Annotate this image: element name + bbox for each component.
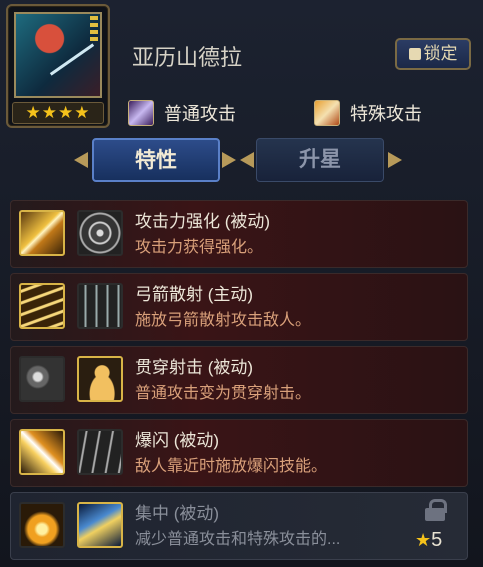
arrows-icon <box>19 283 65 329</box>
skill-row[interactable]: 弓箭散射 (主动) 施放弓箭散射攻击敌人。 <box>10 273 468 341</box>
skill-list: 攻击力强化 (被动) 攻击力获得强化。 弓箭散射 (主动) 施放弓箭散射攻击敌人… <box>10 200 468 565</box>
padlock-icon <box>425 499 447 521</box>
tab-ornament-icon <box>74 152 88 168</box>
lock-icon <box>408 48 421 60</box>
person-icon <box>77 356 123 402</box>
skill-desc: 攻击力获得强化。 <box>135 239 264 256</box>
star-icon: ★ <box>415 530 432 550</box>
skill-row[interactable]: 攻击力强化 (被动) 攻击力获得强化。 <box>10 200 468 268</box>
normal-attack-label: 普通攻击 <box>164 104 236 124</box>
slash-icon <box>314 100 340 126</box>
lock-button[interactable]: 锁定 <box>395 38 471 70</box>
eye-icon <box>77 502 123 548</box>
special-attack-label: 特殊攻击 <box>350 104 422 124</box>
hero-name: 亚历山德拉 <box>132 45 243 70</box>
tab-star-up[interactable]: 升星 <box>256 138 384 182</box>
skill-desc: 减少普通攻击和特殊攻击的... <box>135 531 341 548</box>
arrow-rain-icon <box>77 283 123 329</box>
lock-label: 锁定 <box>423 44 458 63</box>
skill-title: 攻击力强化 (被动) <box>135 212 271 231</box>
flash-icon <box>19 429 65 475</box>
normal-attack[interactable]: 普通攻击 <box>128 98 236 128</box>
hero-avatar <box>14 12 102 98</box>
skill-row-locked[interactable]: 集中 (被动) 减少普通攻击和特殊攻击的... ★5 <box>10 492 468 560</box>
required-stars: ★5 <box>415 529 442 552</box>
skill-row[interactable]: 贯穿射击 (被动) 普通攻击变为贯穿射击。 <box>10 346 468 414</box>
skill-desc: 敌人靠近时施放爆闪技能。 <box>135 458 328 475</box>
target-icon <box>77 210 123 256</box>
skill-panel: ★★★★ 亚历山德拉 锁定 普通攻击 特殊攻击 特性 升星 攻击力强化 (被动)… <box>0 0 483 567</box>
feather-icon <box>128 100 154 126</box>
required-stars-value: 5 <box>431 529 443 551</box>
skill-row[interactable]: 爆闪 (被动) 敌人靠近时施放爆闪技能。 <box>10 419 468 487</box>
tab-bar: 特性 升星 <box>0 138 483 186</box>
tab-ornament-icon <box>388 152 402 168</box>
explode-icon <box>19 502 65 548</box>
tab-ornament-icon <box>222 152 236 168</box>
tab-ornament-icon <box>240 152 254 168</box>
skill-title: 集中 (被动) <box>135 504 220 523</box>
swords-icon <box>19 210 65 256</box>
hero-star-rating: ★★★★ <box>12 102 104 124</box>
claws-icon <box>77 429 123 475</box>
skill-title: 弓箭散射 (主动) <box>135 285 254 304</box>
skill-title: 爆闪 (被动) <box>135 431 220 450</box>
hero-portrait[interactable]: ★★★★ <box>6 4 110 128</box>
skill-desc: 普通攻击变为贯穿射击。 <box>135 385 312 402</box>
skill-desc: 施放弓箭散射攻击敌人。 <box>135 312 312 329</box>
burst-icon <box>19 356 65 402</box>
skill-title: 贯穿射击 (被动) <box>135 358 254 377</box>
special-attack[interactable]: 特殊攻击 <box>314 98 422 128</box>
level-bar-icon <box>90 16 98 42</box>
tab-traits[interactable]: 特性 <box>92 138 220 182</box>
